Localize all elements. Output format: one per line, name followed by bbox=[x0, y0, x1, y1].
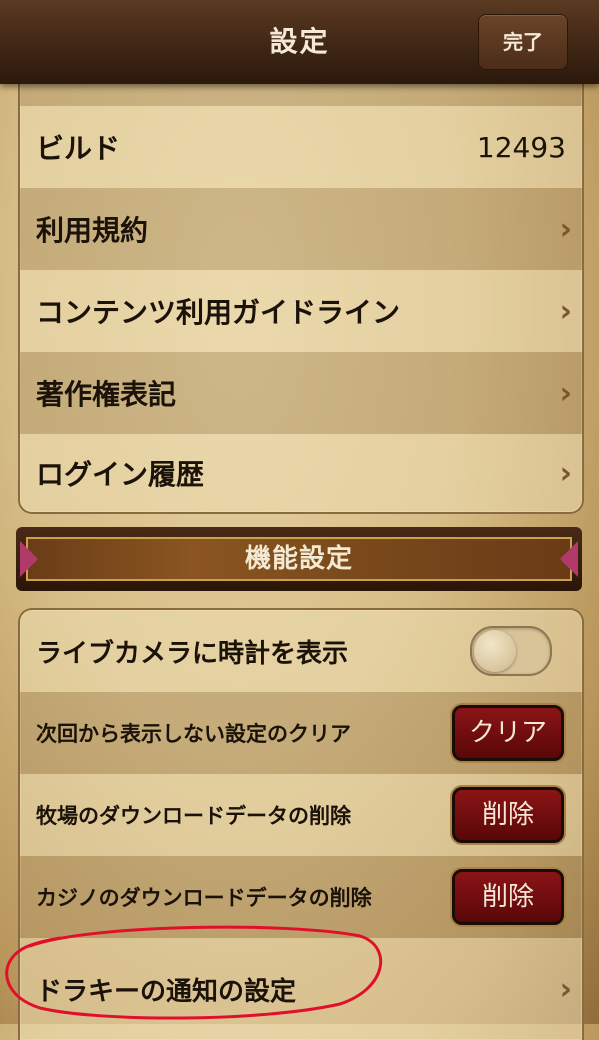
copyright-label: 著作権表記 bbox=[36, 378, 177, 411]
casino-data-label: カジノのダウンロードデータの削除 bbox=[36, 886, 372, 910]
info-panel: ビルド 12493 利用規約 › コンテンツ利用ガイドライン › 著作権表記 ›… bbox=[18, 78, 584, 514]
chevron-right-icon: › bbox=[559, 293, 572, 329]
clear-settings-label: 次回から表示しない設定のクリア bbox=[36, 722, 351, 746]
chevron-right-icon: › bbox=[559, 211, 572, 247]
list-item-content-guideline[interactable]: コンテンツ利用ガイドライン › bbox=[20, 270, 582, 352]
list-item-build: ビルド 12493 bbox=[20, 106, 582, 188]
content-guideline-label: コンテンツ利用ガイドライン bbox=[36, 296, 401, 329]
toggle-knob bbox=[474, 630, 516, 672]
chevron-right-icon: › bbox=[559, 971, 572, 1007]
build-value: 12493 bbox=[476, 130, 566, 164]
annotation-circle bbox=[5, 925, 383, 1020]
delete-ranch-data-button[interactable]: 削除 bbox=[452, 787, 564, 843]
navigation-bar: 設定 完了 bbox=[0, 0, 599, 84]
delete-casino-data-button[interactable]: 削除 bbox=[452, 869, 564, 925]
camera-clock-label: ライブカメラに時計を表示 bbox=[36, 638, 349, 669]
done-button[interactable]: 完了 bbox=[478, 14, 568, 70]
list-item-camera-clock: ライブカメラに時計を表示 bbox=[20, 610, 582, 692]
clear-button[interactable]: クリア bbox=[452, 705, 564, 761]
camera-clock-toggle[interactable] bbox=[470, 626, 552, 676]
login-history-label: ログイン履歴 bbox=[36, 458, 205, 491]
build-label: ビルド bbox=[36, 132, 121, 165]
list-item-login-history[interactable]: ログイン履歴 › bbox=[20, 434, 582, 512]
list-item-terms[interactable]: 利用規約 › bbox=[20, 188, 582, 270]
list-item-ranch-data: 牧場のダウンロードデータの削除 削除 bbox=[20, 774, 582, 856]
section-title: 機能設定 bbox=[244, 544, 353, 574]
list-item-clear-settings: 次回から表示しない設定のクリア クリア bbox=[20, 692, 582, 774]
chevron-right-icon: › bbox=[559, 375, 572, 411]
ranch-data-label: 牧場のダウンロードデータの削除 bbox=[36, 804, 351, 828]
chevron-right-icon: › bbox=[559, 455, 572, 491]
list-item-copyright[interactable]: 著作権表記 › bbox=[20, 352, 582, 434]
section-header: 機能設定 bbox=[16, 527, 582, 591]
terms-label: 利用規約 bbox=[36, 214, 149, 247]
